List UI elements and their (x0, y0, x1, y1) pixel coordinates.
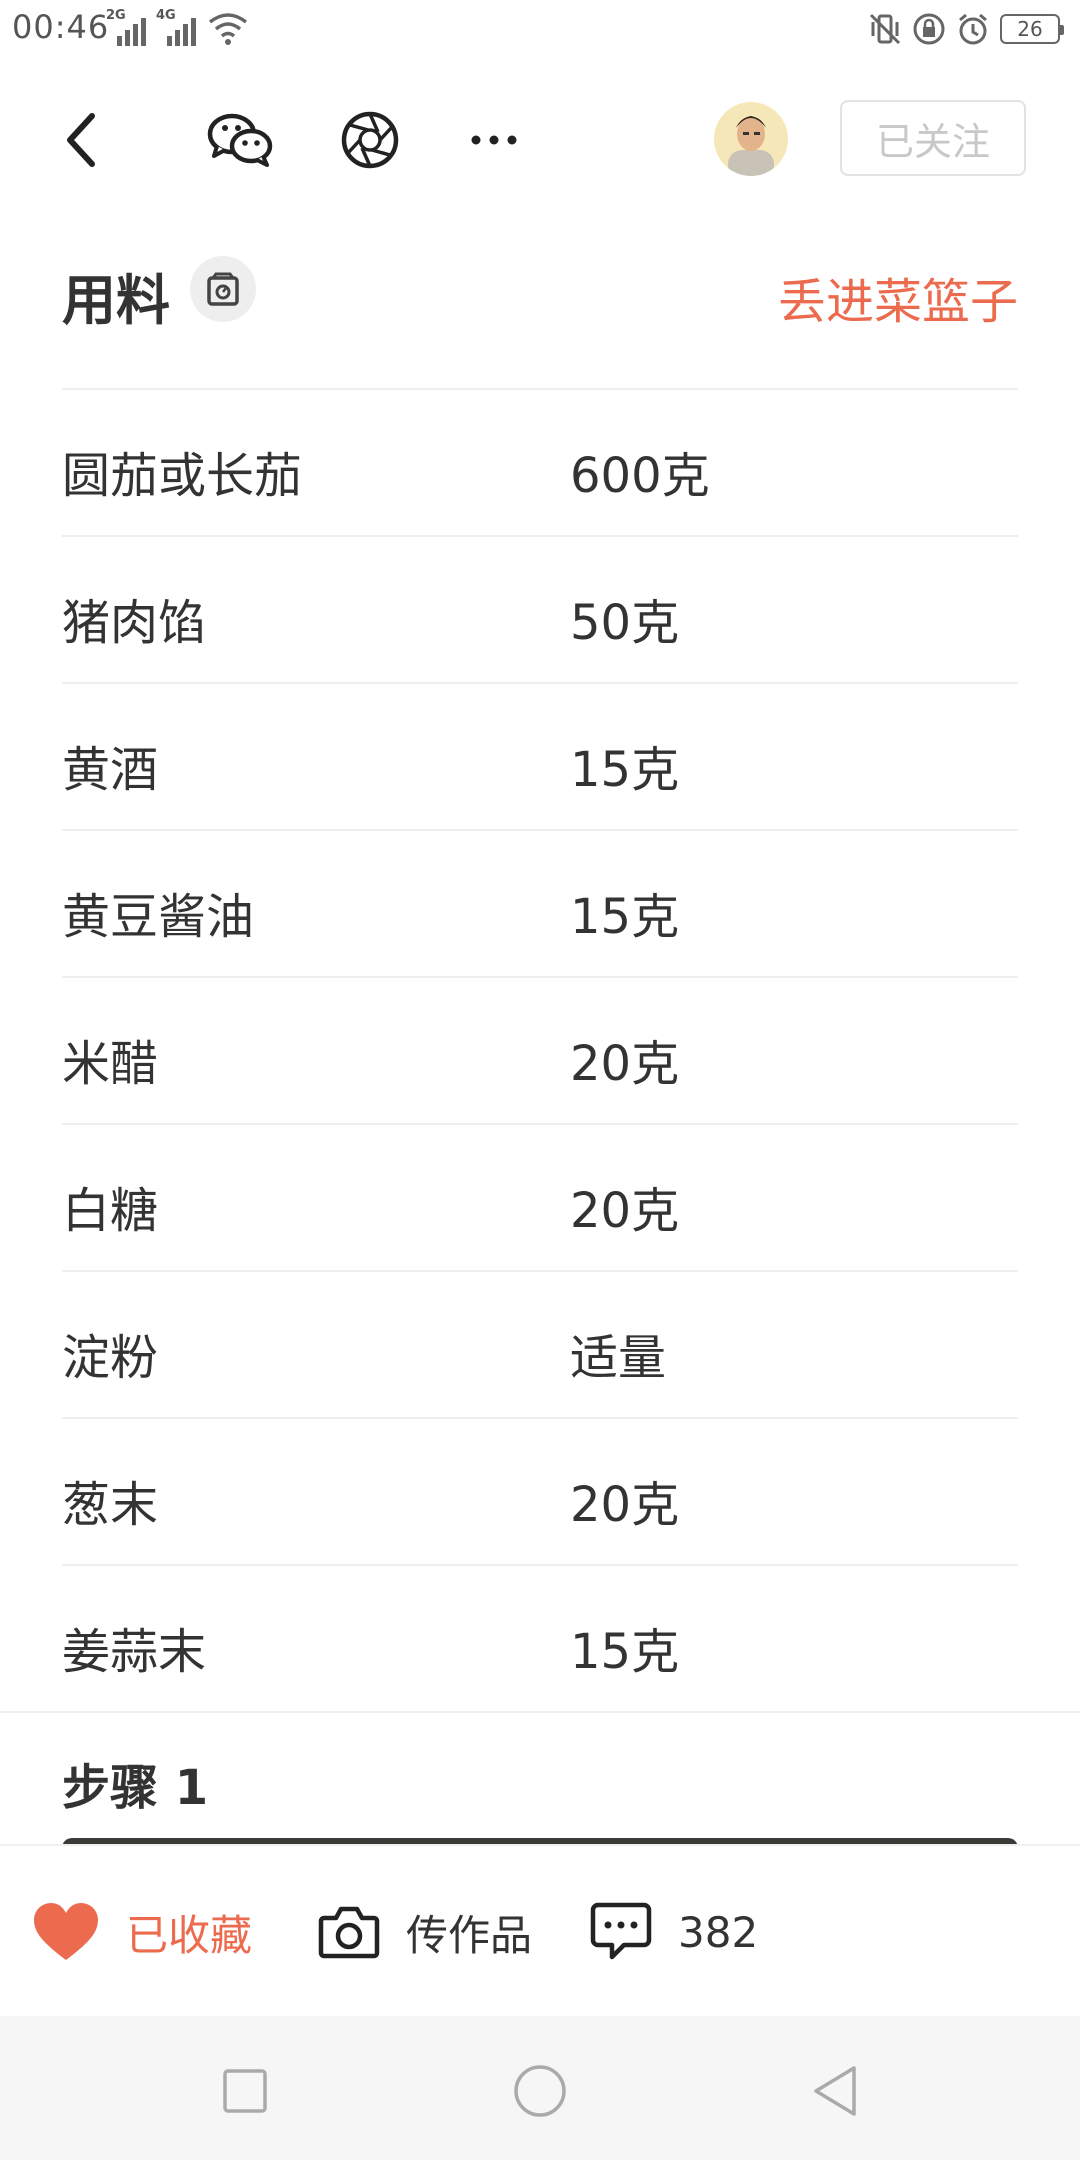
avatar-image (714, 102, 788, 176)
ingredient-row: 淀粉 适量 (62, 1272, 1018, 1419)
author-avatar[interactable] (714, 102, 788, 176)
ingredient-row: 黄酒 15克 (62, 684, 1018, 831)
kitchen-scale-button[interactable] (190, 256, 256, 322)
square-icon (223, 2069, 267, 2113)
status-time: 00:46 (12, 8, 110, 46)
add-to-basket-link[interactable]: 丢进菜篮子 (778, 262, 1018, 332)
more-dots-icon (471, 135, 517, 145)
ingredient-name: 黄酒 (62, 742, 159, 798)
ingredient-name: 猪肉馅 (62, 595, 207, 651)
upload-label: 传作品 (406, 1910, 533, 1960)
ingredient-name: 米醋 (62, 1036, 159, 1092)
signal-2g-icon: 2G (106, 8, 146, 46)
ingredient-row: 葱末 20克 (62, 1419, 1018, 1566)
chevron-left-icon (67, 113, 95, 167)
ingredient-name: 淀粉 (62, 1330, 159, 1386)
ingredients-title: 用料 (62, 269, 170, 332)
back-button[interactable] (50, 102, 110, 178)
ingredient-amount: 20克 (570, 1183, 680, 1239)
triangle-back-icon (814, 2066, 856, 2116)
ingredient-amount: 20克 (570, 1477, 680, 1533)
circle-icon (514, 2065, 566, 2117)
vibrate-mute-icon (869, 13, 901, 45)
step-title: 步骤 1 (62, 1760, 209, 1816)
ingredient-row: 白糖 20克 (62, 1125, 1018, 1272)
camera-icon (318, 1906, 380, 1959)
status-bar: 00:46 2G 4G 26 (0, 0, 1080, 56)
favorite-button[interactable]: 已收藏 (32, 1846, 252, 2018)
ingredient-amount: 20克 (570, 1036, 680, 1092)
ingredient-amount: 600克 (570, 448, 710, 504)
comment-count: 382 (678, 1907, 759, 1957)
follow-button[interactable]: 已关注 (840, 100, 1026, 176)
comments-button[interactable]: 382 (590, 1846, 758, 2018)
ingredient-amount: 适量 (570, 1330, 667, 1386)
wechat-icon (207, 113, 273, 167)
recent-apps-button[interactable] (210, 2056, 280, 2126)
battery-indicator: 26 (1000, 14, 1064, 44)
share-wechat-button[interactable] (200, 102, 280, 178)
ingredient-amount: 15克 (570, 1624, 680, 1680)
top-nav-bar: 已关注 (0, 80, 1080, 200)
ingredient-amount: 15克 (570, 742, 680, 798)
upload-work-button[interactable]: 传作品 (318, 1846, 532, 2018)
heart-icon (34, 1903, 98, 1960)
bottom-action-bar: 已收藏 传作品 382 (0, 1844, 1080, 2016)
ingredient-row: 圆茄或长茄 600克 (62, 390, 1018, 537)
section-divider (0, 1711, 1080, 1713)
ingredient-row: 猪肉馅 50克 (62, 537, 1018, 684)
ingredient-row: 米醋 20克 (62, 978, 1018, 1125)
scale-icon (207, 272, 239, 306)
aperture-icon (341, 111, 399, 169)
ingredient-amount: 50克 (570, 595, 680, 651)
lock-rotation-icon (913, 13, 945, 45)
system-nav-bar (0, 2016, 1080, 2160)
comment-icon (590, 1902, 652, 1960)
share-moments-button[interactable] (332, 102, 408, 178)
ingredient-amount: 15克 (570, 889, 680, 945)
ingredient-name: 黄豆酱油 (62, 889, 255, 945)
alarm-icon (959, 13, 987, 45)
ingredient-row: 黄豆酱油 15克 (62, 831, 1018, 978)
signal-4g-icon: 4G (156, 8, 196, 46)
network-indicators: 2G 4G (106, 8, 250, 46)
ingredient-name: 姜蒜末 (62, 1624, 207, 1680)
recipe-screen: 00:46 2G 4G 26 已关注 用料 丢进菜篮子 圆茄或长茄 600克 猪… (0, 0, 1080, 2160)
ingredient-row: 姜蒜末 15克 (62, 1566, 1018, 1713)
more-button[interactable] (464, 102, 524, 178)
home-button[interactable] (505, 2056, 575, 2126)
system-back-button[interactable] (800, 2056, 870, 2126)
wifi-icon (208, 13, 248, 45)
ingredient-name: 白糖 (62, 1183, 159, 1239)
ingredients-header: 用料 丢进菜篮子 (62, 250, 1018, 332)
ingredient-name: 圆茄或长茄 (62, 448, 303, 504)
favorite-label: 已收藏 (126, 1910, 253, 1960)
status-right-icons: 26 (868, 10, 1064, 48)
ingredient-name: 葱末 (62, 1477, 159, 1533)
ingredients-list: 圆茄或长茄 600克 猪肉馅 50克 黄酒 15克 黄豆酱油 15克 米醋 20… (62, 388, 1018, 1713)
